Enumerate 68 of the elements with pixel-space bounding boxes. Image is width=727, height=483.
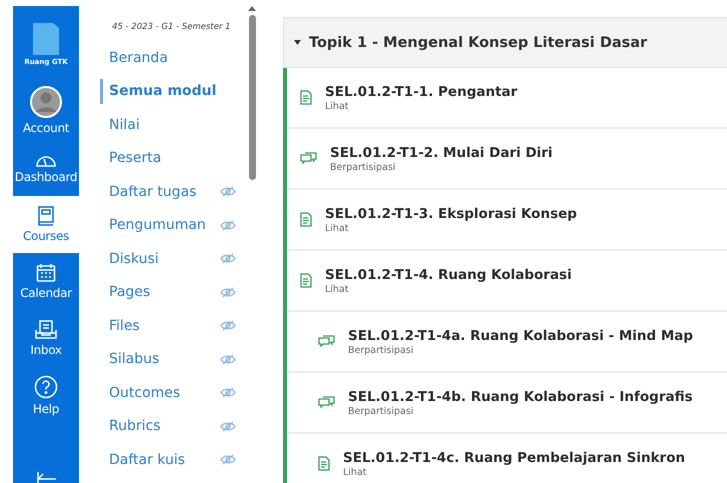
module-item-title[interactable]: SEL.01.2-T1-4. Ruang Kolaborasi xyxy=(325,266,572,282)
book-icon xyxy=(37,206,55,226)
calendar-icon xyxy=(36,263,56,283)
global-nav-item[interactable]: Account xyxy=(13,82,79,139)
module-item-title[interactable]: SEL.01.2-T1-4b. Ruang Kolaborasi - Infografis xyxy=(348,388,693,404)
module-item[interactable]: SEL.01.2-T1-3. Eksplorasi Konsep Lihat xyxy=(287,190,727,251)
module-item-title[interactable]: SEL.01.2-T1-4a. Ruang Kolaborasi - Mind Map xyxy=(348,328,694,344)
course-nav-link[interactable]: Beranda xyxy=(100,45,242,70)
discussion-icon xyxy=(318,334,335,348)
course-nav-link[interactable]: Pages xyxy=(100,280,242,304)
requirement-label: Lihat xyxy=(325,284,350,294)
module-header[interactable]: Topik 1 - Mengenal Konsep Literasi Dasar xyxy=(283,17,727,68)
module-item-title[interactable]: SEL.01.2-T1-3. Eksplorasi Konsep xyxy=(325,206,577,222)
avatar-icon xyxy=(30,86,62,118)
global-nav-item[interactable]: Help xyxy=(13,367,79,424)
module-item-title[interactable]: SEL.01.2-T1-2. Mulai Dari Diri xyxy=(330,144,553,160)
hidden-eye-icon xyxy=(220,420,236,432)
cube-logo-icon xyxy=(33,22,59,54)
collapse-arrow-icon[interactable] xyxy=(35,471,57,483)
inbox-icon xyxy=(35,320,57,340)
hidden-eye-icon xyxy=(220,387,236,398)
course-nav-link[interactable]: Pengumuman xyxy=(100,212,242,238)
course-nav-link[interactable]: Outcomes xyxy=(100,380,242,405)
course-nav-link[interactable]: Nilai xyxy=(100,112,242,137)
hidden-eye-icon xyxy=(220,220,236,230)
module-item-title[interactable]: SEL.01.2-T1-1. Pengantar xyxy=(325,84,518,100)
hidden-eye-icon xyxy=(220,286,236,298)
document-icon xyxy=(300,212,312,227)
course-nav-link[interactable]: Daftar kuis xyxy=(100,447,242,472)
course-nav-link[interactable]: Diskusi xyxy=(100,246,242,271)
module-item[interactable]: SEL.01.2-T1-4b. Ruang Kolaborasi - Infografis Berpartisipasi xyxy=(287,373,727,434)
requirement-label: Lihat xyxy=(325,100,350,112)
hidden-eye-icon xyxy=(220,253,236,264)
module-item[interactable]: SEL.01.2-T1-4. Ruang Kolaborasi Lihat xyxy=(287,251,727,312)
requirement-label: Berpartisipasi xyxy=(348,344,414,356)
module-item[interactable]: SEL.01.2-T1-4a. Ruang Kolaborasi - Mind Map Berpartisipasi xyxy=(287,312,727,373)
module-item[interactable]: SEL.01.2-T1-2. Mulai Dari Diri Berpartisipasi xyxy=(287,129,727,190)
requirement-label: Berpartisipasi xyxy=(348,406,414,416)
requirement-label: Lihat xyxy=(343,466,368,478)
scroll-up-arrow-icon[interactable] xyxy=(248,6,256,11)
global-nav-item[interactable]: Dashboard xyxy=(13,139,79,196)
discussion-icon xyxy=(318,396,335,410)
expanded-caret-icon[interactable] xyxy=(294,40,301,45)
module-item[interactable]: SEL.01.2-T1-4c. Ruang Pembelajaran Sinkron Lihat xyxy=(287,434,727,483)
document-icon xyxy=(318,456,330,471)
course-nav-link[interactable]: Semua modul xyxy=(100,78,242,104)
hidden-eye-icon xyxy=(220,320,236,331)
course-nav-link[interactable]: Peserta xyxy=(100,146,242,170)
term-label: 45 - 2023 - G1 - Semester 1 xyxy=(111,22,232,32)
module-item[interactable]: SEL.01.2-T1-1. Pengantar Lihat xyxy=(287,68,727,129)
global-nav-item[interactable]: Inbox xyxy=(13,310,79,367)
course-nav-link[interactable]: Rubrics xyxy=(100,414,242,438)
course-nav-link[interactable]: Daftar tugas xyxy=(100,179,242,204)
document-icon xyxy=(300,273,312,288)
hidden-eye-icon xyxy=(220,354,236,364)
hidden-eye-icon xyxy=(220,454,236,465)
global-nav-item[interactable]: Calendar xyxy=(13,253,79,310)
requirement-label: Lihat xyxy=(325,222,350,234)
document-icon xyxy=(300,90,312,105)
requirement-label: Berpartisipasi xyxy=(330,162,396,172)
module-item-title[interactable]: SEL.01.2-T1-4c. Ruang Pembelajaran Sinkron xyxy=(343,450,686,466)
hidden-eye-icon xyxy=(220,186,236,197)
module-title: Topik 1 - Mengenal Konsep Literasi Dasar xyxy=(309,34,648,50)
help-icon xyxy=(34,375,58,399)
discussion-icon xyxy=(300,152,317,166)
course-nav-link[interactable]: Silabus xyxy=(100,346,242,372)
course-nav-link[interactable]: Files xyxy=(100,313,242,338)
scrollbar-thumb[interactable] xyxy=(248,15,256,180)
